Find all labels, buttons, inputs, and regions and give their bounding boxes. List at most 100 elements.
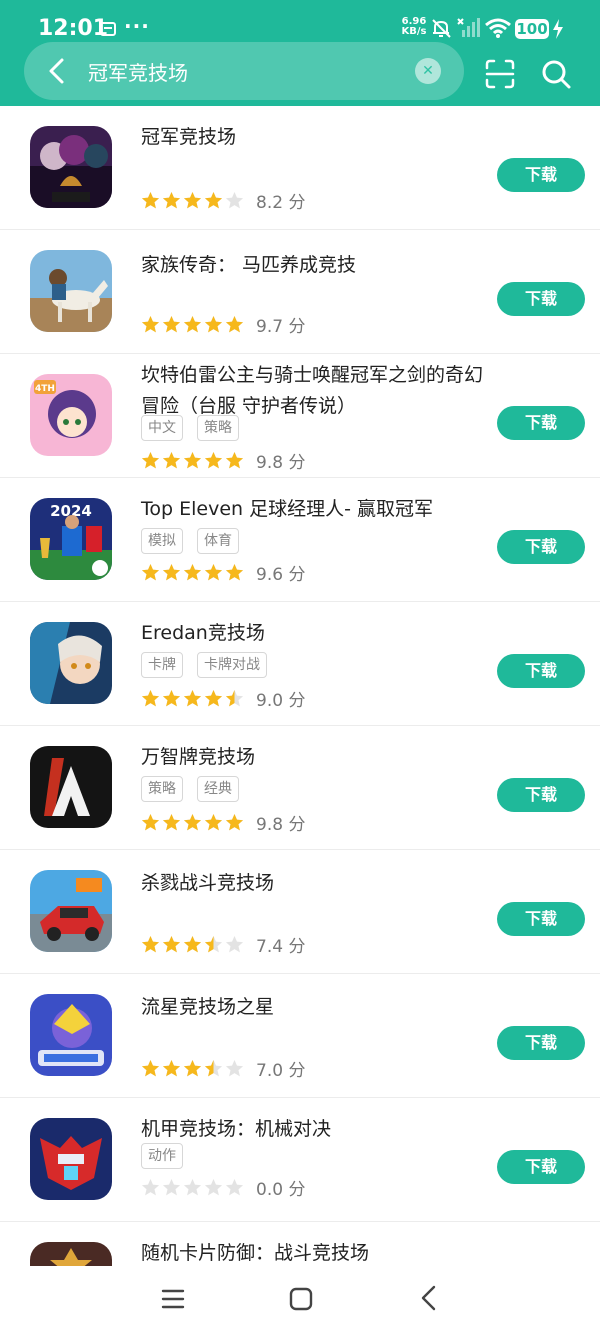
svg-text:4TH: 4TH bbox=[35, 384, 55, 394]
star-full-icon bbox=[183, 689, 202, 706]
app-tag: 策略 bbox=[197, 415, 239, 441]
app-title[interactable]: Top Eleven 足球经理人- 赢取冠军 bbox=[141, 494, 491, 525]
app-title[interactable]: Eredan竞技场 bbox=[141, 618, 491, 649]
back-icon[interactable] bbox=[416, 1284, 442, 1312]
search-input[interactable] bbox=[88, 54, 408, 88]
app-title[interactable]: 家族传奇： 马匹养成竞技 bbox=[141, 250, 491, 281]
app-tags: 策略 经典 bbox=[141, 776, 239, 802]
download-button[interactable]: 下载 bbox=[497, 902, 585, 936]
star-full-icon bbox=[162, 813, 181, 830]
wifi-icon bbox=[485, 18, 511, 38]
app-list-item[interactable]: 随机卡片防御：战斗竞技场 bbox=[0, 1222, 600, 1266]
app-list-item[interactable]: 2024 Top Eleven 足球经理人- 赢取冠军 模拟 体育 9.6 分 下… bbox=[0, 478, 600, 602]
app-title[interactable]: 流星竞技场之星 bbox=[141, 992, 491, 1023]
app-icon-guardian-tales[interactable]: 4TH bbox=[30, 374, 112, 456]
download-button[interactable]: 下载 bbox=[497, 282, 585, 316]
star-half-icon bbox=[225, 689, 244, 706]
app-rating: 9.8 分 bbox=[141, 448, 305, 473]
app-tags: 动作 bbox=[141, 1143, 183, 1169]
star-full-icon bbox=[204, 315, 223, 332]
app-icon-top-eleven[interactable]: 2024 bbox=[30, 498, 112, 580]
app-icon-eredan-arena[interactable] bbox=[30, 622, 112, 704]
clear-search-button[interactable]: ✕ bbox=[415, 58, 441, 84]
star-rating bbox=[141, 1059, 244, 1078]
scan-icon[interactable] bbox=[484, 58, 516, 90]
app-list-item[interactable]: 家族传奇： 马匹养成竞技 9.7 分 下载 bbox=[0, 230, 600, 354]
star-full-icon bbox=[162, 689, 181, 706]
app-icon-random-card-defense[interactable] bbox=[30, 1242, 112, 1266]
close-icon: ✕ bbox=[422, 63, 434, 79]
app-list-item[interactable]: 机甲竞技场：机械对决 动作 0.0 分 下载 bbox=[0, 1098, 600, 1222]
app-icon-mtg-arena[interactable] bbox=[30, 746, 112, 828]
app-tags: 中文 策略 bbox=[141, 415, 239, 441]
app-rating: 7.0 分 bbox=[141, 1056, 305, 1081]
star-full-icon bbox=[183, 1059, 202, 1076]
app-score: 9.8 分 bbox=[256, 814, 306, 835]
star-full-icon bbox=[162, 315, 181, 332]
star-full-icon bbox=[162, 191, 181, 208]
home-icon[interactable] bbox=[288, 1286, 314, 1312]
app-title[interactable]: 坎特伯雷公主与骑士唤醒冠军之剑的奇幻冒险（台服 守护者传说） bbox=[141, 360, 491, 422]
network-speed-unit: KB/s bbox=[401, 26, 427, 37]
star-full-icon bbox=[225, 563, 244, 580]
app-title[interactable]: 机甲竞技场：机械对决 bbox=[141, 1114, 491, 1145]
app-score: 7.4 分 bbox=[256, 936, 306, 957]
download-button[interactable]: 下载 bbox=[497, 654, 585, 688]
star-full-icon bbox=[204, 563, 223, 580]
app-title[interactable]: 杀戮战斗竞技场 bbox=[141, 868, 491, 899]
download-button[interactable]: 下载 bbox=[497, 158, 585, 192]
app-score: 0.0 分 bbox=[256, 1179, 306, 1200]
app-title[interactable]: 万智牌竞技场 bbox=[141, 742, 491, 773]
app-icon-mech-arena[interactable] bbox=[30, 1118, 112, 1200]
star-rating bbox=[141, 813, 244, 832]
app-rating: 9.6 分 bbox=[141, 560, 305, 585]
star-full-icon bbox=[141, 935, 160, 952]
search-bar: ✕ bbox=[24, 42, 464, 100]
more-notifications-indicator: ··· bbox=[124, 14, 150, 38]
download-button[interactable]: 下载 bbox=[497, 530, 585, 564]
star-full-icon bbox=[183, 935, 202, 952]
star-rating bbox=[141, 451, 244, 470]
app-list-item[interactable]: 杀戮战斗竞技场 7.4 分 下载 bbox=[0, 850, 600, 974]
star-full-icon bbox=[204, 689, 223, 706]
signal-icon bbox=[457, 18, 480, 37]
app-list-item[interactable]: 冠军竞技场 8.2 分 下载 bbox=[0, 106, 600, 230]
app-tag: 卡牌 bbox=[141, 652, 183, 678]
app-score: 8.2 分 bbox=[256, 192, 306, 213]
app-rating: 9.0 分 bbox=[141, 686, 305, 711]
app-tag: 动作 bbox=[141, 1143, 183, 1169]
star-full-icon bbox=[162, 935, 181, 952]
star-full-icon bbox=[141, 563, 160, 580]
app-rating: 0.0 分 bbox=[141, 1175, 306, 1200]
app-tag: 卡牌对战 bbox=[197, 652, 267, 678]
app-icon-battle-arena-cars[interactable] bbox=[30, 870, 112, 952]
search-icon[interactable] bbox=[540, 58, 572, 90]
app-icon-meteor-arena[interactable] bbox=[30, 994, 112, 1076]
star-empty-icon bbox=[225, 1059, 244, 1076]
star-empty-icon bbox=[183, 1178, 202, 1195]
app-list-item[interactable]: Eredan竞技场 卡牌 卡牌对战 9.0 分 下载 bbox=[0, 602, 600, 726]
download-button[interactable]: 下载 bbox=[497, 406, 585, 440]
download-button[interactable]: 下载 bbox=[497, 1150, 585, 1184]
app-list-item[interactable]: 流星竞技场之星 7.0 分 下载 bbox=[0, 974, 600, 1098]
battery-level: 100 bbox=[515, 19, 549, 39]
network-speed: 6.96 KB/s bbox=[398, 17, 430, 37]
app-tag: 策略 bbox=[141, 776, 183, 802]
app-title[interactable]: 冠军竞技场 bbox=[141, 122, 491, 153]
menu-icon[interactable] bbox=[160, 1286, 186, 1312]
status-time: 12:01 bbox=[38, 16, 109, 41]
app-icon-champions-arena[interactable] bbox=[30, 126, 112, 208]
star-rating bbox=[141, 563, 244, 582]
star-rating bbox=[141, 315, 244, 334]
star-full-icon bbox=[141, 451, 160, 468]
star-empty-icon bbox=[225, 1178, 244, 1195]
app-list-item[interactable]: 万智牌竞技场 策略 经典 9.8 分 下载 bbox=[0, 726, 600, 850]
chevron-left-icon[interactable] bbox=[42, 55, 74, 87]
star-full-icon bbox=[141, 315, 160, 332]
download-button[interactable]: 下载 bbox=[497, 778, 585, 812]
app-list-item[interactable]: 4TH 坎特伯雷公主与骑士唤醒冠军之剑的奇幻冒险（台服 守护者传说） 中文 策略 … bbox=[0, 354, 600, 478]
app-title[interactable]: 随机卡片防御：战斗竞技场 bbox=[141, 1238, 491, 1266]
download-button[interactable]: 下载 bbox=[497, 1026, 585, 1060]
app-rating: 7.4 分 bbox=[141, 932, 306, 957]
app-icon-horse-legend[interactable] bbox=[30, 250, 112, 332]
